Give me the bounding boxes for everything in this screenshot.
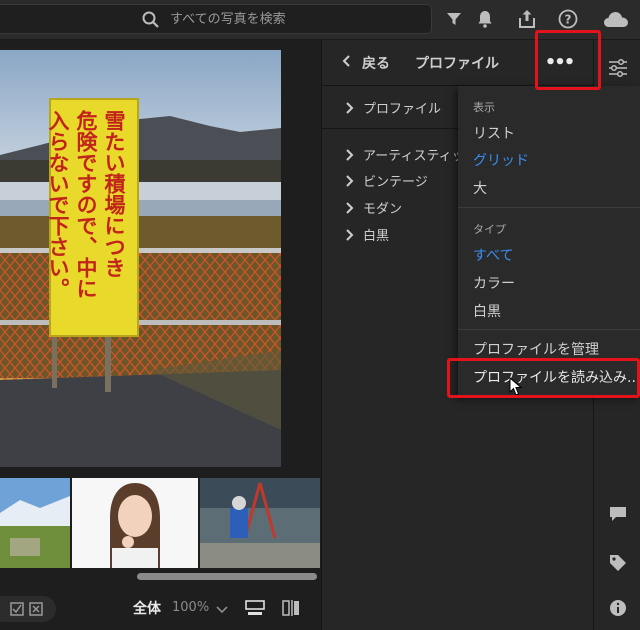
thumbnail-landscape[interactable]: [0, 478, 70, 568]
back-button[interactable]: 戻る: [342, 53, 390, 73]
thumbnail-portrait[interactable]: [72, 478, 198, 568]
highlight-more-options: [535, 30, 601, 90]
menu-item-large[interactable]: 大: [473, 178, 487, 198]
tree-item-label: ビンテージ: [363, 175, 428, 190]
view-all-label[interactable]: 全体: [133, 598, 161, 618]
back-label: 戻る: [362, 56, 390, 72]
search-box[interactable]: [0, 4, 432, 34]
highlight-import-profiles: [447, 358, 640, 398]
cloud-icon[interactable]: [602, 8, 630, 30]
filter-icon[interactable]: [443, 8, 465, 30]
main-photo: 入らないで下さい。 危険ですので、中に 雪たい積場につき: [0, 50, 281, 467]
menu-heading-display: 表示: [473, 101, 495, 114]
svg-text:?: ?: [565, 13, 572, 27]
bottom-bar: 全体 100%: [0, 586, 321, 630]
bell-icon[interactable]: [474, 8, 496, 30]
tree-item-vintage[interactable]: ビンテージ: [346, 171, 428, 190]
chevron-right-icon: [346, 201, 354, 214]
filmstrip-scrollbar[interactable]: [137, 573, 317, 580]
menu-item-list[interactable]: リスト: [473, 123, 515, 143]
thumbnail-playground[interactable]: [200, 478, 320, 568]
tree-item-profile[interactable]: プロファイル: [346, 98, 441, 117]
panel-title: プロファイル: [415, 56, 499, 72]
compare-icon[interactable]: [282, 599, 300, 621]
menu-item-manage-profiles[interactable]: プロファイルを管理: [473, 339, 599, 359]
comment-icon[interactable]: [609, 506, 627, 526]
options-menu: 表示 リスト グリッド 大 タイプ すべて カラー 白黒 プロファイルを管理 プ…: [458, 86, 640, 396]
menu-divider: [458, 207, 640, 208]
chevron-right-icon: [346, 148, 354, 161]
edit-sliders-icon[interactable]: [608, 58, 628, 82]
tree-item-label: プロファイル: [363, 102, 442, 117]
tree-item-modern[interactable]: モダン: [346, 198, 402, 217]
pick-flag-icon[interactable]: [10, 602, 24, 620]
menu-item-color[interactable]: カラー: [473, 273, 515, 293]
menu-item-grid[interactable]: グリッド: [473, 150, 529, 170]
filmstrip-toggle-icon[interactable]: [245, 600, 265, 620]
menu-item-all[interactable]: すべて: [473, 245, 513, 265]
sign-text-col2: 危険ですので、中に: [74, 109, 98, 299]
chevron-down-icon[interactable]: [216, 603, 228, 618]
menu-heading-type: タイプ: [473, 223, 506, 236]
search-icon: [142, 11, 160, 33]
search-input[interactable]: [170, 10, 410, 28]
tree-item-label: モダン: [363, 202, 403, 217]
reject-flag-icon[interactable]: [29, 602, 43, 620]
tree-item-label: 白黒: [363, 229, 390, 244]
filmstrip: [0, 476, 321, 572]
chevron-left-icon: [342, 55, 350, 71]
share-icon[interactable]: [516, 8, 538, 30]
menu-divider: [458, 329, 640, 330]
info-icon[interactable]: [609, 599, 627, 621]
chevron-right-icon: [346, 101, 354, 114]
zoom-level[interactable]: 100%: [172, 600, 209, 615]
help-icon[interactable]: ?: [557, 8, 579, 30]
sign-text-col3: 入らないで下さい。: [46, 110, 70, 299]
chevron-right-icon: [346, 174, 354, 187]
chevron-right-icon: [346, 228, 354, 241]
sign-text-col1: 雪たい積場につき: [102, 110, 126, 278]
menu-item-monochrome[interactable]: 白黒: [473, 301, 501, 321]
flag-controls: [0, 596, 56, 622]
tag-icon[interactable]: [609, 554, 627, 576]
tree-item-monochrome[interactable]: 白黒: [346, 225, 389, 244]
